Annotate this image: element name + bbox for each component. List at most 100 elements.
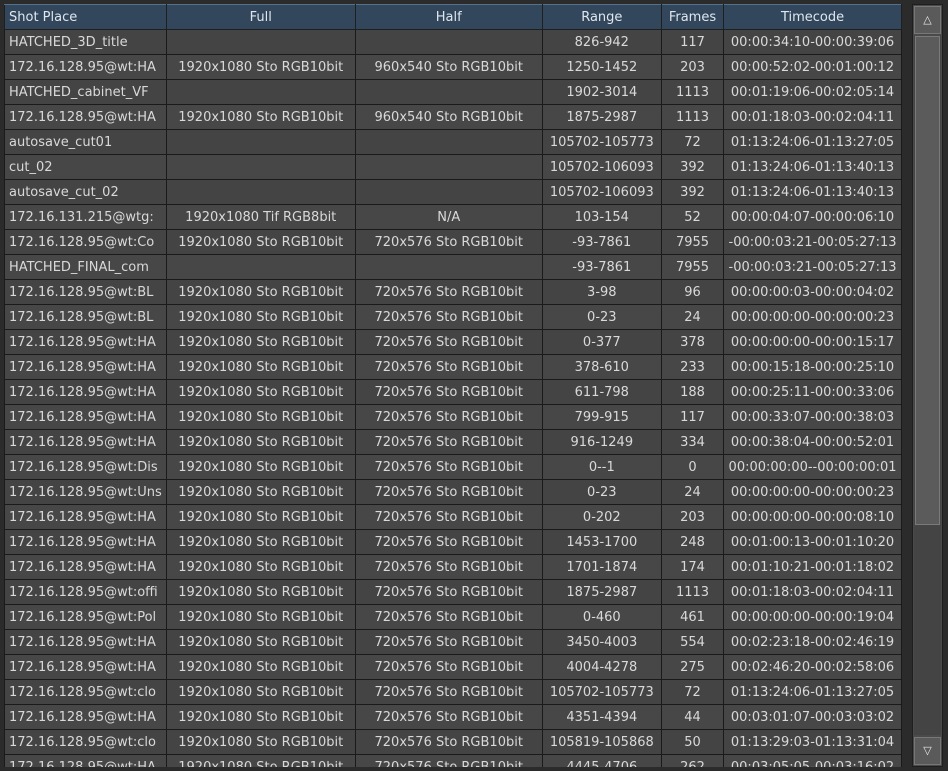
timecode-cell: -00:00:03:21-00:05:27:13	[723, 254, 902, 280]
table-row[interactable]: autosave_cut01 105702-105773 72 01:13:24:06…	[4, 129, 902, 155]
full-cell: 1920x1080 Sto RGB10bit	[165, 654, 356, 680]
shot-place-cell: HATCHED_FINAL_com	[4, 254, 167, 280]
frames-cell: 72	[660, 679, 725, 705]
timecode-cell: 00:02:46:20-00:02:58:06	[723, 654, 902, 680]
frames-cell: 117	[660, 404, 725, 430]
scroll-down-button[interactable]: ▽	[914, 737, 941, 765]
column-header-range[interactable]: Range	[541, 4, 662, 30]
table-row[interactable]: 172.16.131.215@wtg: 1920x1080 Tif RGB8bit…	[4, 204, 902, 230]
timecode-cell: 00:00:04:07-00:00:06:10	[723, 204, 902, 230]
half-cell: 720x576 Sto RGB10bit	[354, 479, 543, 505]
table-row[interactable]: 172.16.128.95@wt:HA 1920x1080 Sto RGB10bi…	[4, 104, 902, 130]
table-row[interactable]: 172.16.128.95@wt:HA 1920x1080 Sto RGB10bi…	[4, 404, 902, 430]
frames-cell: 44	[660, 704, 725, 730]
table-header-row: Shot Place Full Half Range Frames Timeco…	[4, 4, 902, 30]
triangle-up-icon: △	[923, 13, 932, 26]
scrollbar-thumb[interactable]	[915, 36, 940, 526]
shot-table-container: Shot Place Full Half Range Frames Timeco…	[4, 4, 902, 767]
shot-place-cell: 172.16.128.95@wt:Uns	[4, 479, 167, 505]
half-cell: 960x540 Sto RGB10bit	[354, 54, 543, 80]
table-row[interactable]: cut_02 105702-106093 392 01:13:24:06-01:13:…	[4, 154, 902, 180]
timecode-cell: 00:00:00:00-00:00:15:17	[723, 329, 902, 355]
shot-place-cell: 172.16.128.95@wt:HA	[4, 754, 167, 767]
shot-place-cell: 172.16.128.95@wt:HA	[4, 379, 167, 405]
frames-cell: 174	[660, 554, 725, 580]
column-header-half[interactable]: Half	[354, 4, 543, 30]
shot-place-cell: 172.16.128.95@wt:HA	[4, 504, 167, 530]
table-row[interactable]: HATCHED_FINAL_com -93-7861 7955 -00:00:03:2…	[4, 254, 902, 280]
table-row[interactable]: 172.16.128.95@wt:BL 1920x1080 Sto RGB10bi…	[4, 304, 902, 330]
half-cell: 720x576 Sto RGB10bit	[354, 454, 543, 480]
timecode-cell: 00:00:00:00-00:00:08:10	[723, 504, 902, 530]
scrollbar-track[interactable]	[914, 36, 941, 735]
table-row[interactable]: 172.16.128.95@wt:Pol 1920x1080 Sto RGB10b…	[4, 604, 902, 630]
timecode-cell: 00:01:00:13-00:01:10:20	[723, 529, 902, 555]
frames-cell: 0	[660, 454, 725, 480]
timecode-cell: 01:13:24:06-01:13:27:05	[723, 679, 902, 705]
shot-place-cell: 172.16.128.95@wt:HA	[4, 404, 167, 430]
range-cell: 3450-4003	[541, 629, 662, 655]
table-row[interactable]: 172.16.128.95@wt:HA 1920x1080 Sto RGB10bi…	[4, 654, 902, 680]
column-header-shot-place[interactable]: Shot Place	[4, 4, 167, 30]
table-row[interactable]: 172.16.128.95@wt:HA 1920x1080 Sto RGB10bi…	[4, 379, 902, 405]
shot-place-cell: 172.16.128.95@wt:HA	[4, 704, 167, 730]
table-row[interactable]: 172.16.128.95@wt:HA 1920x1080 Sto RGB10bi…	[4, 629, 902, 655]
table-row[interactable]: HATCHED_cabinet_VF 1902-3014 1113 00:01:19:…	[4, 79, 902, 105]
full-cell	[165, 79, 356, 105]
shot-place-cell: autosave_cut01	[4, 129, 167, 155]
column-header-full[interactable]: Full	[165, 4, 356, 30]
full-cell: 1920x1080 Sto RGB10bit	[165, 354, 356, 380]
frames-cell: 1113	[660, 579, 725, 605]
table-row[interactable]: 172.16.128.95@wt:HA 1920x1080 Sto RGB10bi…	[4, 504, 902, 530]
table-row[interactable]: 172.16.128.95@wt:clo 1920x1080 Sto RGB10b…	[4, 679, 902, 705]
table-row[interactable]: 172.16.128.95@wt:HA 1920x1080 Sto RGB10bi…	[4, 54, 902, 80]
half-cell: 720x576 Sto RGB10bit	[354, 504, 543, 530]
half-cell: 720x576 Sto RGB10bit	[354, 729, 543, 755]
table-row[interactable]: 172.16.128.95@wt:Dis 1920x1080 Sto RGB10b…	[4, 454, 902, 480]
table-row[interactable]: 172.16.128.95@wt:HA 1920x1080 Sto RGB10bi…	[4, 554, 902, 580]
full-cell: 1920x1080 Sto RGB10bit	[165, 279, 356, 305]
shot-place-cell: 172.16.128.95@wt:HA	[4, 629, 167, 655]
table-row[interactable]: 172.16.128.95@wt:HA 1920x1080 Sto RGB10bi…	[4, 354, 902, 380]
timecode-cell: 00:01:18:03-00:02:04:11	[723, 579, 902, 605]
range-cell: 105702-106093	[541, 154, 662, 180]
shot-place-cell: 172.16.128.95@wt:clo	[4, 679, 167, 705]
half-cell	[354, 254, 543, 280]
full-cell: 1920x1080 Sto RGB10bit	[165, 754, 356, 767]
full-cell: 1920x1080 Sto RGB10bit	[165, 329, 356, 355]
table-row[interactable]: 172.16.128.95@wt:HA 1920x1080 Sto RGB10bi…	[4, 529, 902, 555]
scroll-up-button[interactable]: △	[914, 6, 941, 34]
column-header-frames[interactable]: Frames	[660, 4, 725, 30]
frames-cell: 96	[660, 279, 725, 305]
timecode-cell: 00:00:00:00-00:00:19:04	[723, 604, 902, 630]
vertical-scrollbar[interactable]: △ ▽	[912, 4, 943, 767]
half-cell: 720x576 Sto RGB10bit	[354, 704, 543, 730]
timecode-cell: 00:00:00:00--00:00:00:01	[723, 454, 902, 480]
full-cell: 1920x1080 Sto RGB10bit	[165, 529, 356, 555]
table-row[interactable]: 172.16.128.95@wt:Co 1920x1080 Sto RGB10bi…	[4, 229, 902, 255]
shot-place-cell: HATCHED_3D_title	[4, 29, 167, 55]
range-cell: 1902-3014	[541, 79, 662, 105]
table-row[interactable]: HATCHED_3D_title 826-942 117 00:00:34:10-00…	[4, 29, 902, 55]
full-cell	[165, 179, 356, 205]
shot-place-cell: 172.16.128.95@wt:HA	[4, 54, 167, 80]
frames-cell: 1113	[660, 79, 725, 105]
timecode-cell: 00:00:34:10-00:00:39:06	[723, 29, 902, 55]
table-row[interactable]: 172.16.128.95@wt:clo 1920x1080 Sto RGB10b…	[4, 729, 902, 755]
frames-cell: 7955	[660, 229, 725, 255]
table-row[interactable]: 172.16.128.95@wt:HA 1920x1080 Sto RGB10bi…	[4, 429, 902, 455]
table-row[interactable]: 172.16.128.95@wt:Uns 1920x1080 Sto RGB10b…	[4, 479, 902, 505]
table-row[interactable]: 172.16.128.95@wt:HA 1920x1080 Sto RGB10bi…	[4, 704, 902, 730]
table-row[interactable]: 172.16.128.95@wt:HA 1920x1080 Sto RGB10bi…	[4, 329, 902, 355]
table-row[interactable]: 172.16.128.95@wt:BL 1920x1080 Sto RGB10bi…	[4, 279, 902, 305]
shot-place-cell: 172.16.128.95@wt:HA	[4, 529, 167, 555]
table-row[interactable]: autosave_cut_02 105702-106093 392 01:13:24:…	[4, 179, 902, 205]
table-row[interactable]: 172.16.128.95@wt:HA 1920x1080 Sto RGB10bi…	[4, 754, 902, 767]
full-cell: 1920x1080 Sto RGB10bit	[165, 604, 356, 630]
table-row[interactable]: 172.16.128.95@wt:offi 1920x1080 Sto RGB10…	[4, 579, 902, 605]
range-cell: 0-377	[541, 329, 662, 355]
half-cell: 720x576 Sto RGB10bit	[354, 654, 543, 680]
half-cell: 720x576 Sto RGB10bit	[354, 679, 543, 705]
half-cell: 960x540 Sto RGB10bit	[354, 104, 543, 130]
column-header-timecode[interactable]: Timecode	[723, 4, 902, 30]
